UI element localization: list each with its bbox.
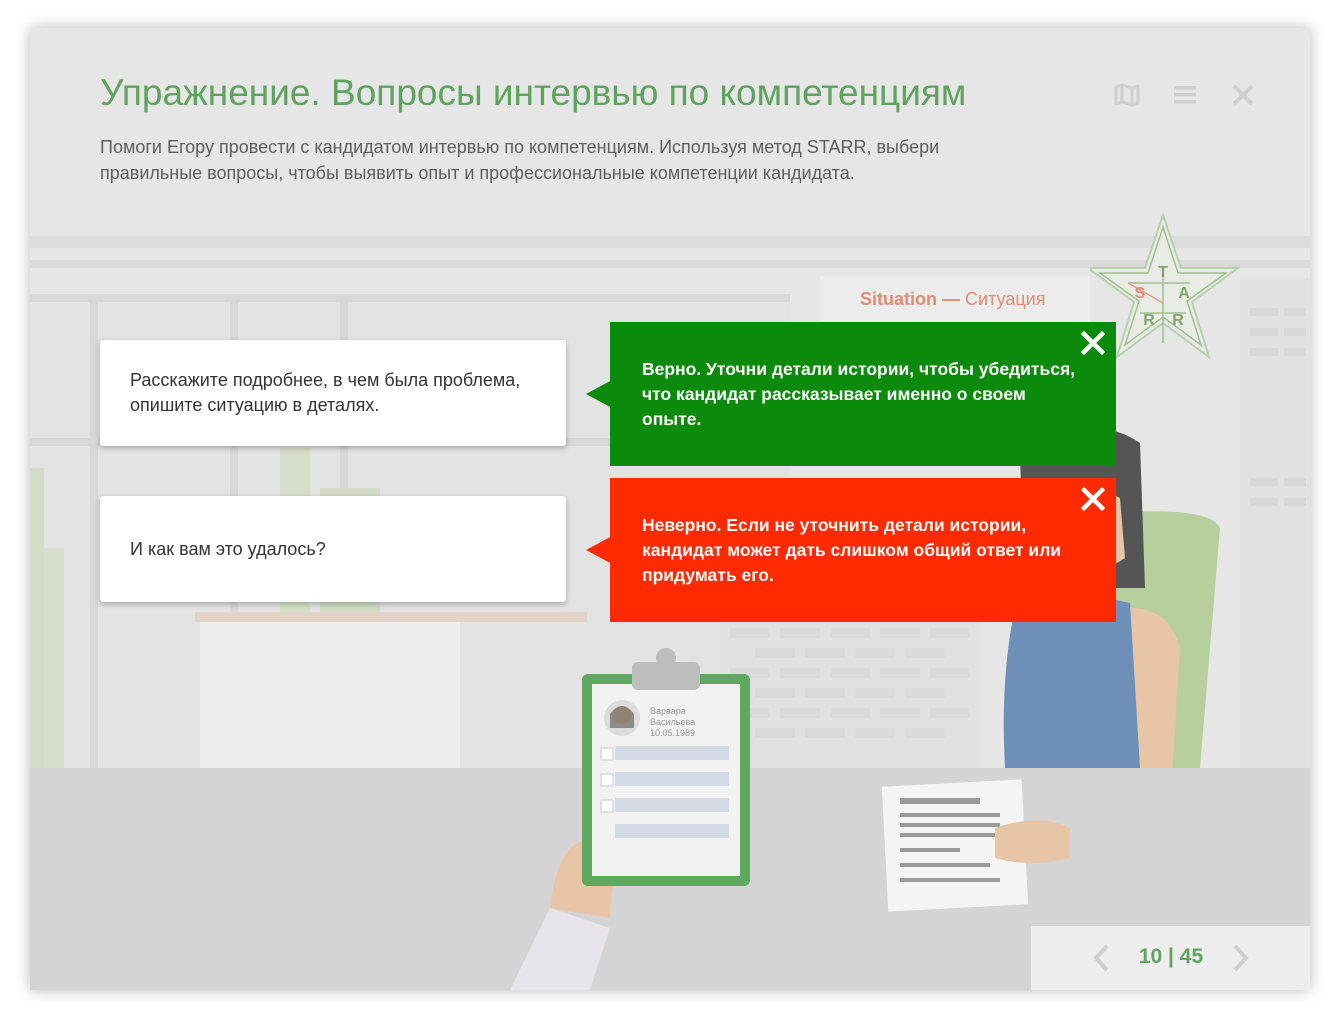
callout-pointer — [586, 380, 612, 408]
star-letter-a: A — [1178, 285, 1190, 302]
feedback-incorrect-text: Неверно. Если не уточнить детали истории… — [642, 514, 1062, 585]
candidate-birth-date: 10.05.1989 — [650, 728, 696, 738]
situation-label-separator: — — [937, 289, 966, 309]
map-icon[interactable] — [1112, 80, 1142, 110]
menu-icon[interactable] — [1170, 80, 1200, 110]
feedback-incorrect: Неверно. Если не уточнить детали истории… — [586, 478, 1116, 622]
callout-pointer — [586, 536, 612, 564]
candidate-last-name: Васильева — [650, 717, 696, 727]
page-separator: | — [1162, 945, 1180, 968]
page-title: Упражнение. Вопросы интервью по компетен… — [100, 72, 967, 113]
question-option-1[interactable]: Расскажите подробнее, в чем была проблем… — [100, 340, 566, 446]
situation-label-ru: Ситуация — [965, 289, 1046, 309]
question-option-text: И как вам это удалось? — [130, 538, 326, 559]
feedback-correct-text: Верно. Уточни детали истории, чтобы убед… — [642, 358, 1076, 429]
total-pages: 45 — [1179, 945, 1204, 968]
close-feedback-icon[interactable] — [1080, 486, 1106, 512]
feedback-correct: Верно. Уточни детали истории, чтобы убед… — [586, 322, 1116, 466]
situation-label: Situation — Ситуация — [860, 289, 1045, 310]
current-page: 10 — [1138, 945, 1163, 968]
slide-pager: 10 | 45 — [1031, 926, 1310, 990]
exercise-frame: Варвара Васильева 10.05.1989 Упражнение.… — [30, 28, 1310, 990]
question-option-2[interactable]: И как вам это удалось? — [100, 496, 566, 602]
star-letter-r2: R — [1172, 312, 1184, 329]
close-icon[interactable] — [1228, 80, 1258, 110]
top-toolbar — [1112, 80, 1258, 110]
chevron-right-icon[interactable] — [1225, 941, 1255, 975]
star-letter-r1: R — [1143, 312, 1155, 329]
exercise-instructions: Помоги Егору провести с кандидатом интер… — [100, 137, 940, 183]
question-option-text: Расскажите подробнее, в чем была проблем… — [130, 370, 521, 415]
star-letter-s: S — [1135, 285, 1146, 302]
clipboard-card: Варвара Васильева 10.05.1989 — [650, 706, 740, 739]
page-counter: 10 | 45 — [1131, 945, 1211, 969]
situation-label-en: Situation — [860, 289, 937, 309]
star-letter-t: T — [1158, 264, 1168, 281]
chevron-left-icon[interactable] — [1087, 941, 1117, 975]
close-feedback-icon[interactable] — [1080, 330, 1106, 356]
candidate-first-name: Варвара — [650, 706, 686, 716]
